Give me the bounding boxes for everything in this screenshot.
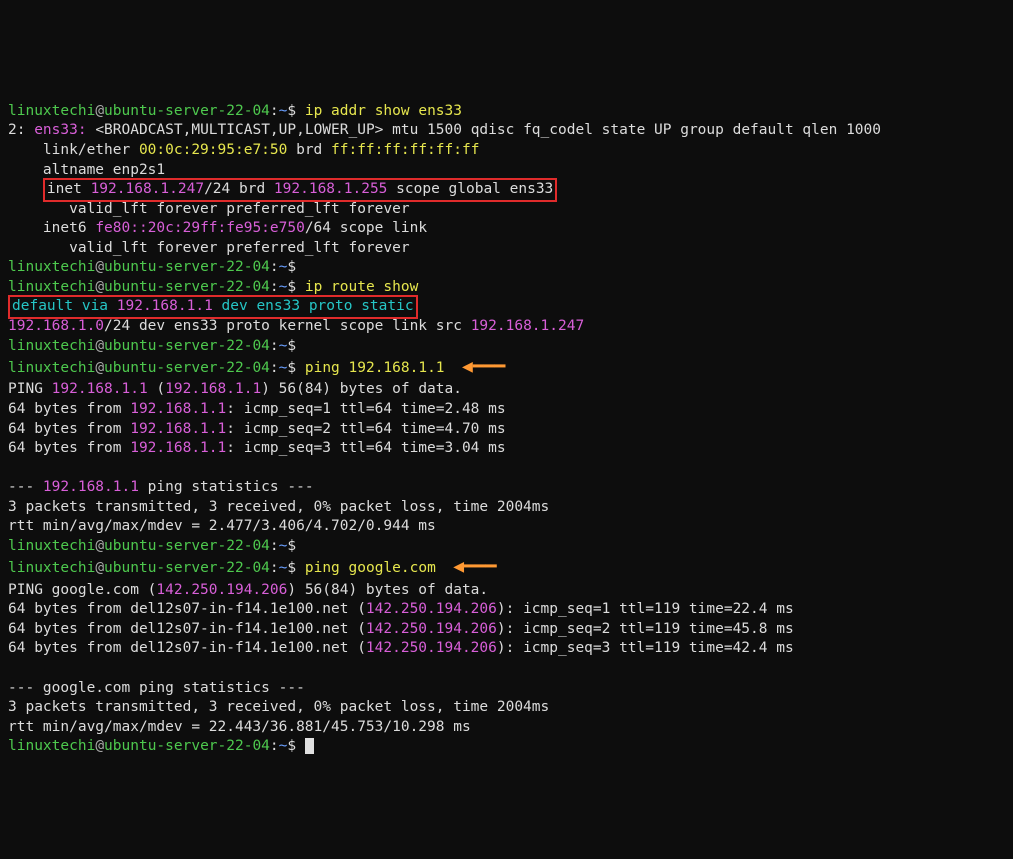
prompt-user: linuxtechi — [8, 103, 95, 119]
cursor[interactable] — [305, 738, 314, 754]
terminal-window[interactable]: { "prompt": { "user": "linuxtechi", "at"… — [0, 0, 1013, 859]
prompt-host: ubuntu-server-22-04 — [104, 103, 270, 119]
inet-highlight-box: inet 192.168.1.247/24 brd 192.168.1.255 … — [43, 178, 557, 202]
cmd-ip-route: ip route show — [305, 279, 419, 295]
cmd-ping-google: ping google.com — [305, 561, 436, 577]
cmd-ping-gateway: ping 192.168.1.1 — [305, 360, 445, 376]
cmd-ip-addr: ip addr show ens33 — [305, 103, 462, 119]
arrow-annotation-icon: ◀━━━ — [462, 355, 505, 379]
arrow-annotation-icon: ◀━━━ — [453, 555, 496, 579]
terminal-output: linuxtechi@ubuntu-server-22-04:~$ ip add… — [8, 82, 1005, 757]
route-highlight-box: default via 192.168.1.1 dev ens33 proto … — [8, 295, 418, 319]
